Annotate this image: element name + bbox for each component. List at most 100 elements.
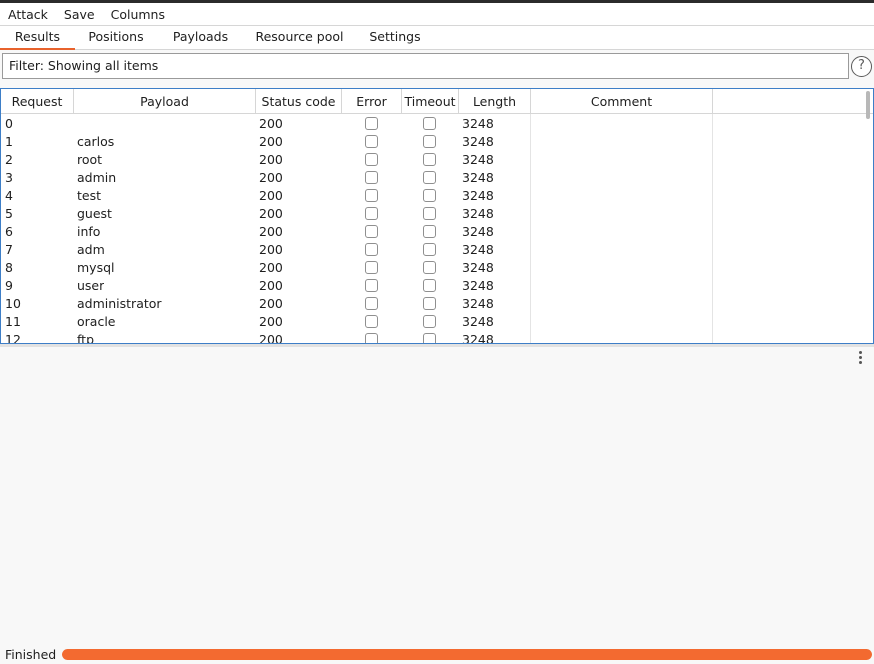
status-label: Finished [5, 647, 57, 662]
timeout-checkbox [423, 297, 436, 310]
column-header-payload[interactable]: Payload [74, 89, 256, 114]
cell-length: 3248 [462, 206, 494, 221]
tab-payloads[interactable]: Payloads [157, 26, 244, 50]
cell-request: 12 [5, 332, 21, 344]
table-row[interactable]: 12 ftp 200 3248 [1, 331, 866, 344]
cell-request: 6 [5, 224, 13, 239]
error-checkbox [365, 279, 378, 292]
cell-status-code: 200 [259, 152, 283, 167]
cell-request: 8 [5, 260, 13, 275]
tab-settings[interactable]: Settings [355, 26, 435, 50]
timeout-checkbox [423, 207, 436, 220]
column-header-error[interactable]: Error [342, 89, 402, 114]
table-row[interactable]: 2 root 200 3248 [1, 151, 866, 169]
error-checkbox [365, 153, 378, 166]
error-checkbox [365, 135, 378, 148]
cell-length: 3248 [462, 242, 494, 257]
menu-attack[interactable]: Attack [0, 3, 56, 26]
cell-request: 10 [5, 296, 21, 311]
results-table: Request Payload Status code Error Timeou… [0, 88, 874, 344]
table-row[interactable]: 9 user 200 3248 [1, 277, 866, 295]
progress-fill [62, 649, 872, 660]
cell-payload: test [77, 188, 102, 203]
cell-payload: ftp [77, 332, 95, 344]
filter-row: Filter: Showing all items ? [0, 50, 874, 84]
table-row[interactable]: 6 info 200 3248 [1, 223, 866, 241]
error-checkbox [365, 243, 378, 256]
cell-status-code: 200 [259, 242, 283, 257]
column-header-status-code[interactable]: Status code [256, 89, 342, 114]
menu-columns[interactable]: Columns [103, 3, 173, 26]
menu-save[interactable]: Save [56, 3, 103, 26]
cell-length: 3248 [462, 170, 494, 185]
column-header-length[interactable]: Length [459, 89, 531, 114]
table-row[interactable]: 8 mysql 200 3248 [1, 259, 866, 277]
table-row[interactable]: 4 test 200 3248 [1, 187, 866, 205]
table-row[interactable]: 11 oracle 200 3248 [1, 313, 866, 331]
cell-request: 2 [5, 152, 13, 167]
timeout-checkbox [423, 117, 436, 130]
cell-status-code: 200 [259, 260, 283, 275]
cell-payload: info [77, 224, 101, 239]
column-header-blank [713, 89, 864, 114]
table-row[interactable]: 5 guest 200 3248 [1, 205, 866, 223]
table-row[interactable]: 0 200 3248 [1, 115, 866, 133]
tab-resource-pool[interactable]: Resource pool [244, 26, 355, 50]
cell-status-code: 200 [259, 224, 283, 239]
error-checkbox [365, 189, 378, 202]
cell-request: 11 [5, 314, 21, 329]
filter-bar[interactable]: Filter: Showing all items [2, 53, 849, 79]
timeout-checkbox [423, 261, 436, 274]
timeout-checkbox [423, 189, 436, 202]
cell-request: 9 [5, 278, 13, 293]
column-header-request[interactable]: Request [1, 89, 74, 114]
progress-bar [62, 649, 872, 660]
timeout-checkbox [423, 279, 436, 292]
cell-status-code: 200 [259, 188, 283, 203]
tab-bar: Results Positions Payloads Resource pool… [0, 26, 874, 50]
cell-length: 3248 [462, 134, 494, 149]
cell-request: 4 [5, 188, 13, 203]
tab-results[interactable]: Results [0, 26, 75, 50]
timeout-checkbox [423, 333, 436, 343]
cell-status-code: 200 [259, 296, 283, 311]
cell-payload: user [77, 278, 105, 293]
error-checkbox [365, 315, 378, 328]
cell-length: 3248 [462, 314, 494, 329]
cell-length: 3248 [462, 296, 494, 311]
cell-length: 3248 [462, 152, 494, 167]
table-row[interactable]: 7 adm 200 3248 [1, 241, 866, 259]
cell-status-code: 200 [259, 332, 283, 344]
cell-payload: admin [77, 170, 117, 185]
vertical-scrollbar[interactable] [864, 91, 871, 343]
tab-positions[interactable]: Positions [75, 26, 157, 50]
kebab-menu-icon[interactable] [855, 350, 865, 366]
error-checkbox [365, 333, 378, 343]
cell-status-code: 200 [259, 206, 283, 221]
error-checkbox [365, 261, 378, 274]
table-header: Request Payload Status code Error Timeou… [1, 89, 873, 114]
error-checkbox [365, 171, 378, 184]
menu-bar: Attack Save Columns [0, 3, 874, 26]
cell-length: 3248 [462, 116, 494, 131]
cell-request: 3 [5, 170, 13, 185]
column-header-timeout[interactable]: Timeout [402, 89, 459, 114]
cell-length: 3248 [462, 188, 494, 203]
cell-status-code: 200 [259, 134, 283, 149]
table-row[interactable]: 1 carlos 200 3248 [1, 133, 866, 151]
timeout-checkbox [423, 153, 436, 166]
cell-status-code: 200 [259, 116, 283, 131]
cell-payload: oracle [77, 314, 116, 329]
table-row[interactable]: 3 admin 200 3248 [1, 169, 866, 187]
scrollbar-thumb[interactable] [866, 91, 870, 119]
cell-payload: guest [77, 206, 112, 221]
status-bar: Finished [0, 645, 874, 664]
table-body: 0 200 3248 1 carlos 200 3248 2 root 200 3248 3 admin… [1, 115, 866, 344]
column-header-comment[interactable]: Comment [531, 89, 713, 114]
cell-payload: root [77, 152, 103, 167]
table-row[interactable]: 10 administrator 200 3248 [1, 295, 866, 313]
cell-request: 1 [5, 134, 13, 149]
timeout-checkbox [423, 171, 436, 184]
help-circle-icon[interactable]: ? [851, 56, 872, 77]
error-checkbox [365, 225, 378, 238]
